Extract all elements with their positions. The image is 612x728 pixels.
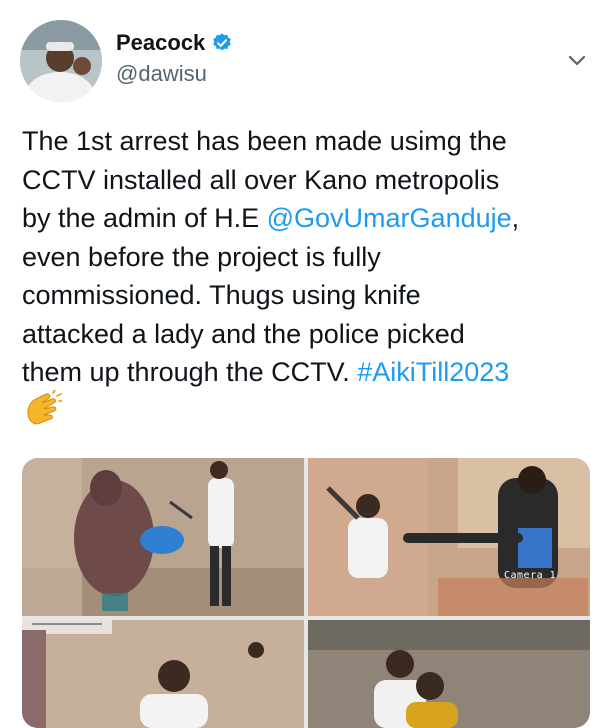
media-photo-3[interactable] (22, 620, 304, 728)
tweet-text-line: them up through the CCTV. #AikiTill2023 (22, 353, 602, 392)
tweet-header: Peacock @dawisu (0, 0, 612, 110)
tweet-text-segment: , (511, 203, 520, 233)
tweet-text-segment: The 1st arrest has been made usimg the (22, 126, 507, 156)
tweet-text-segment: attacked a lady and the police picked (22, 318, 465, 349)
display-name[interactable]: Peacock (116, 30, 205, 56)
tweet-text-line: attacked a lady and the police picked (22, 315, 602, 354)
tweet-text-segment: CCTV installed all over Kano metropolis (22, 164, 500, 195)
author-name-row[interactable]: Peacock (116, 30, 233, 56)
media-photo-2[interactable]: Camera 1 (308, 458, 590, 616)
author-handle[interactable]: @dawisu (116, 61, 207, 87)
hashtag-link[interactable]: #AikiTill2023 (357, 357, 509, 387)
avatar[interactable] (20, 20, 102, 102)
clapping-hands-icon (27, 389, 62, 424)
tweet-text-line: by the admin of H.E @GovUmarGanduje, (22, 199, 602, 238)
mention-link[interactable]: @GovUmarGanduje (267, 203, 512, 233)
chevron-down-icon[interactable] (566, 49, 588, 71)
tweet-text: The 1st arrest has been made usimg the CC… (22, 122, 602, 430)
tweet-text-segment: commissioned. Thugs using knife (22, 280, 421, 310)
tweet-text-segment: even before the project is fully (22, 241, 381, 272)
media-photo-4[interactable] (308, 620, 590, 728)
tweet-text-segment: by the admin of H.E (22, 203, 267, 233)
tweet-text-line: CCTV installed all over Kano metropolis (22, 161, 602, 200)
tweet-text-line: even before the project is fully (22, 238, 602, 277)
media-photo-1[interactable] (22, 458, 304, 616)
tweet-text-segment: them up through the CCTV. (22, 357, 358, 387)
tweet-text-line: commissioned. Thugs using knife (22, 276, 602, 315)
tweet-text-line: The 1st arrest has been made usimg the (22, 122, 602, 161)
verified-badge-icon (213, 33, 232, 51)
media-grid[interactable]: Camera 1 (22, 458, 590, 728)
camera-label: Camera 1 (504, 570, 557, 581)
